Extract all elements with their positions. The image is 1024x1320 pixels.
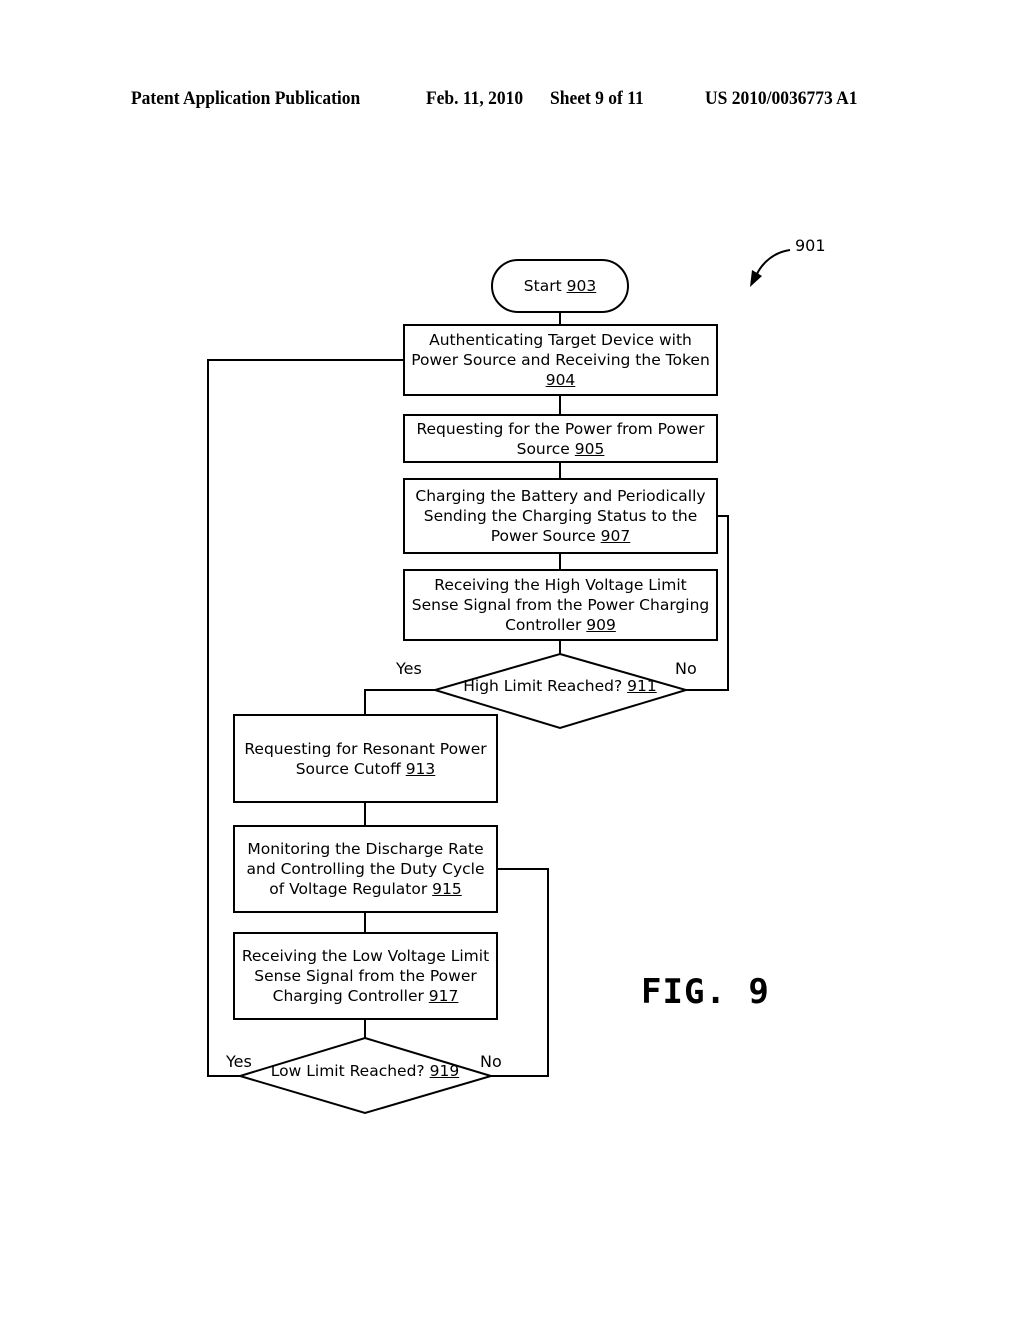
decision-911: High Limit Reached? 911 [460, 676, 660, 696]
decision-911-yes-label: Yes [396, 659, 422, 678]
process-text-909: Receiving the High Voltage Limit Sense S… [411, 576, 710, 634]
process-box-917: Receiving the Low Voltage Limit Sense Si… [233, 932, 498, 1020]
flowchart-connectors [207, 249, 791, 1115]
reference-arrowhead-icon [750, 270, 762, 287]
start-terminal: Start 903 [491, 259, 629, 313]
figure-reference-number: 901 [795, 236, 826, 255]
process-ref-913: 913 [405, 759, 436, 778]
decision-text-911: High Limit Reached? [463, 677, 623, 695]
process-text-905: Requesting for the Power from Power Sour… [416, 419, 705, 458]
process-ref-909: 909 [586, 616, 616, 634]
reference-arrow-icon [755, 249, 791, 277]
connector-919-no-loop [491, 868, 549, 1077]
process-ref-905: 905 [574, 439, 605, 458]
process-text-904: Authenticating Target Device with Power … [411, 331, 710, 369]
start-ref: 903 [566, 277, 597, 295]
start-label: Start [523, 277, 567, 295]
process-text-913: Requesting for Resonant Power Source Cut… [244, 739, 487, 778]
figure-caption: FIG. 9 [641, 972, 770, 1012]
process-ref-917: 917 [428, 987, 459, 1005]
decision-ref-919: 919 [429, 1062, 460, 1080]
process-box-909: Receiving the High Voltage Limit Sense S… [403, 569, 718, 641]
process-ref-904: 904 [545, 371, 576, 389]
decision-919-no-label: No [480, 1052, 502, 1071]
process-ref-915: 915 [432, 880, 462, 898]
process-box-913: Requesting for Resonant Power Source Cut… [233, 714, 498, 803]
decision-919: Low Limit Reached? 919 [265, 1061, 465, 1081]
connector-911-yes [364, 689, 435, 714]
process-box-905: Requesting for the Power from Power Sour… [403, 414, 718, 463]
process-text-907: Charging the Battery and Periodically Se… [415, 487, 706, 545]
process-box-915: Monitoring the Discharge Rate and Contro… [233, 825, 498, 913]
decision-911-no-label: No [675, 659, 697, 678]
decision-ref-911: 911 [627, 677, 657, 695]
decision-919-yes-label: Yes [226, 1052, 252, 1071]
decision-text-919: Low Limit Reached? [270, 1062, 425, 1080]
process-box-904: Authenticating Target Device with Power … [403, 324, 718, 396]
process-ref-907: 907 [600, 527, 631, 545]
process-box-907: Charging the Battery and Periodically Se… [403, 478, 718, 554]
